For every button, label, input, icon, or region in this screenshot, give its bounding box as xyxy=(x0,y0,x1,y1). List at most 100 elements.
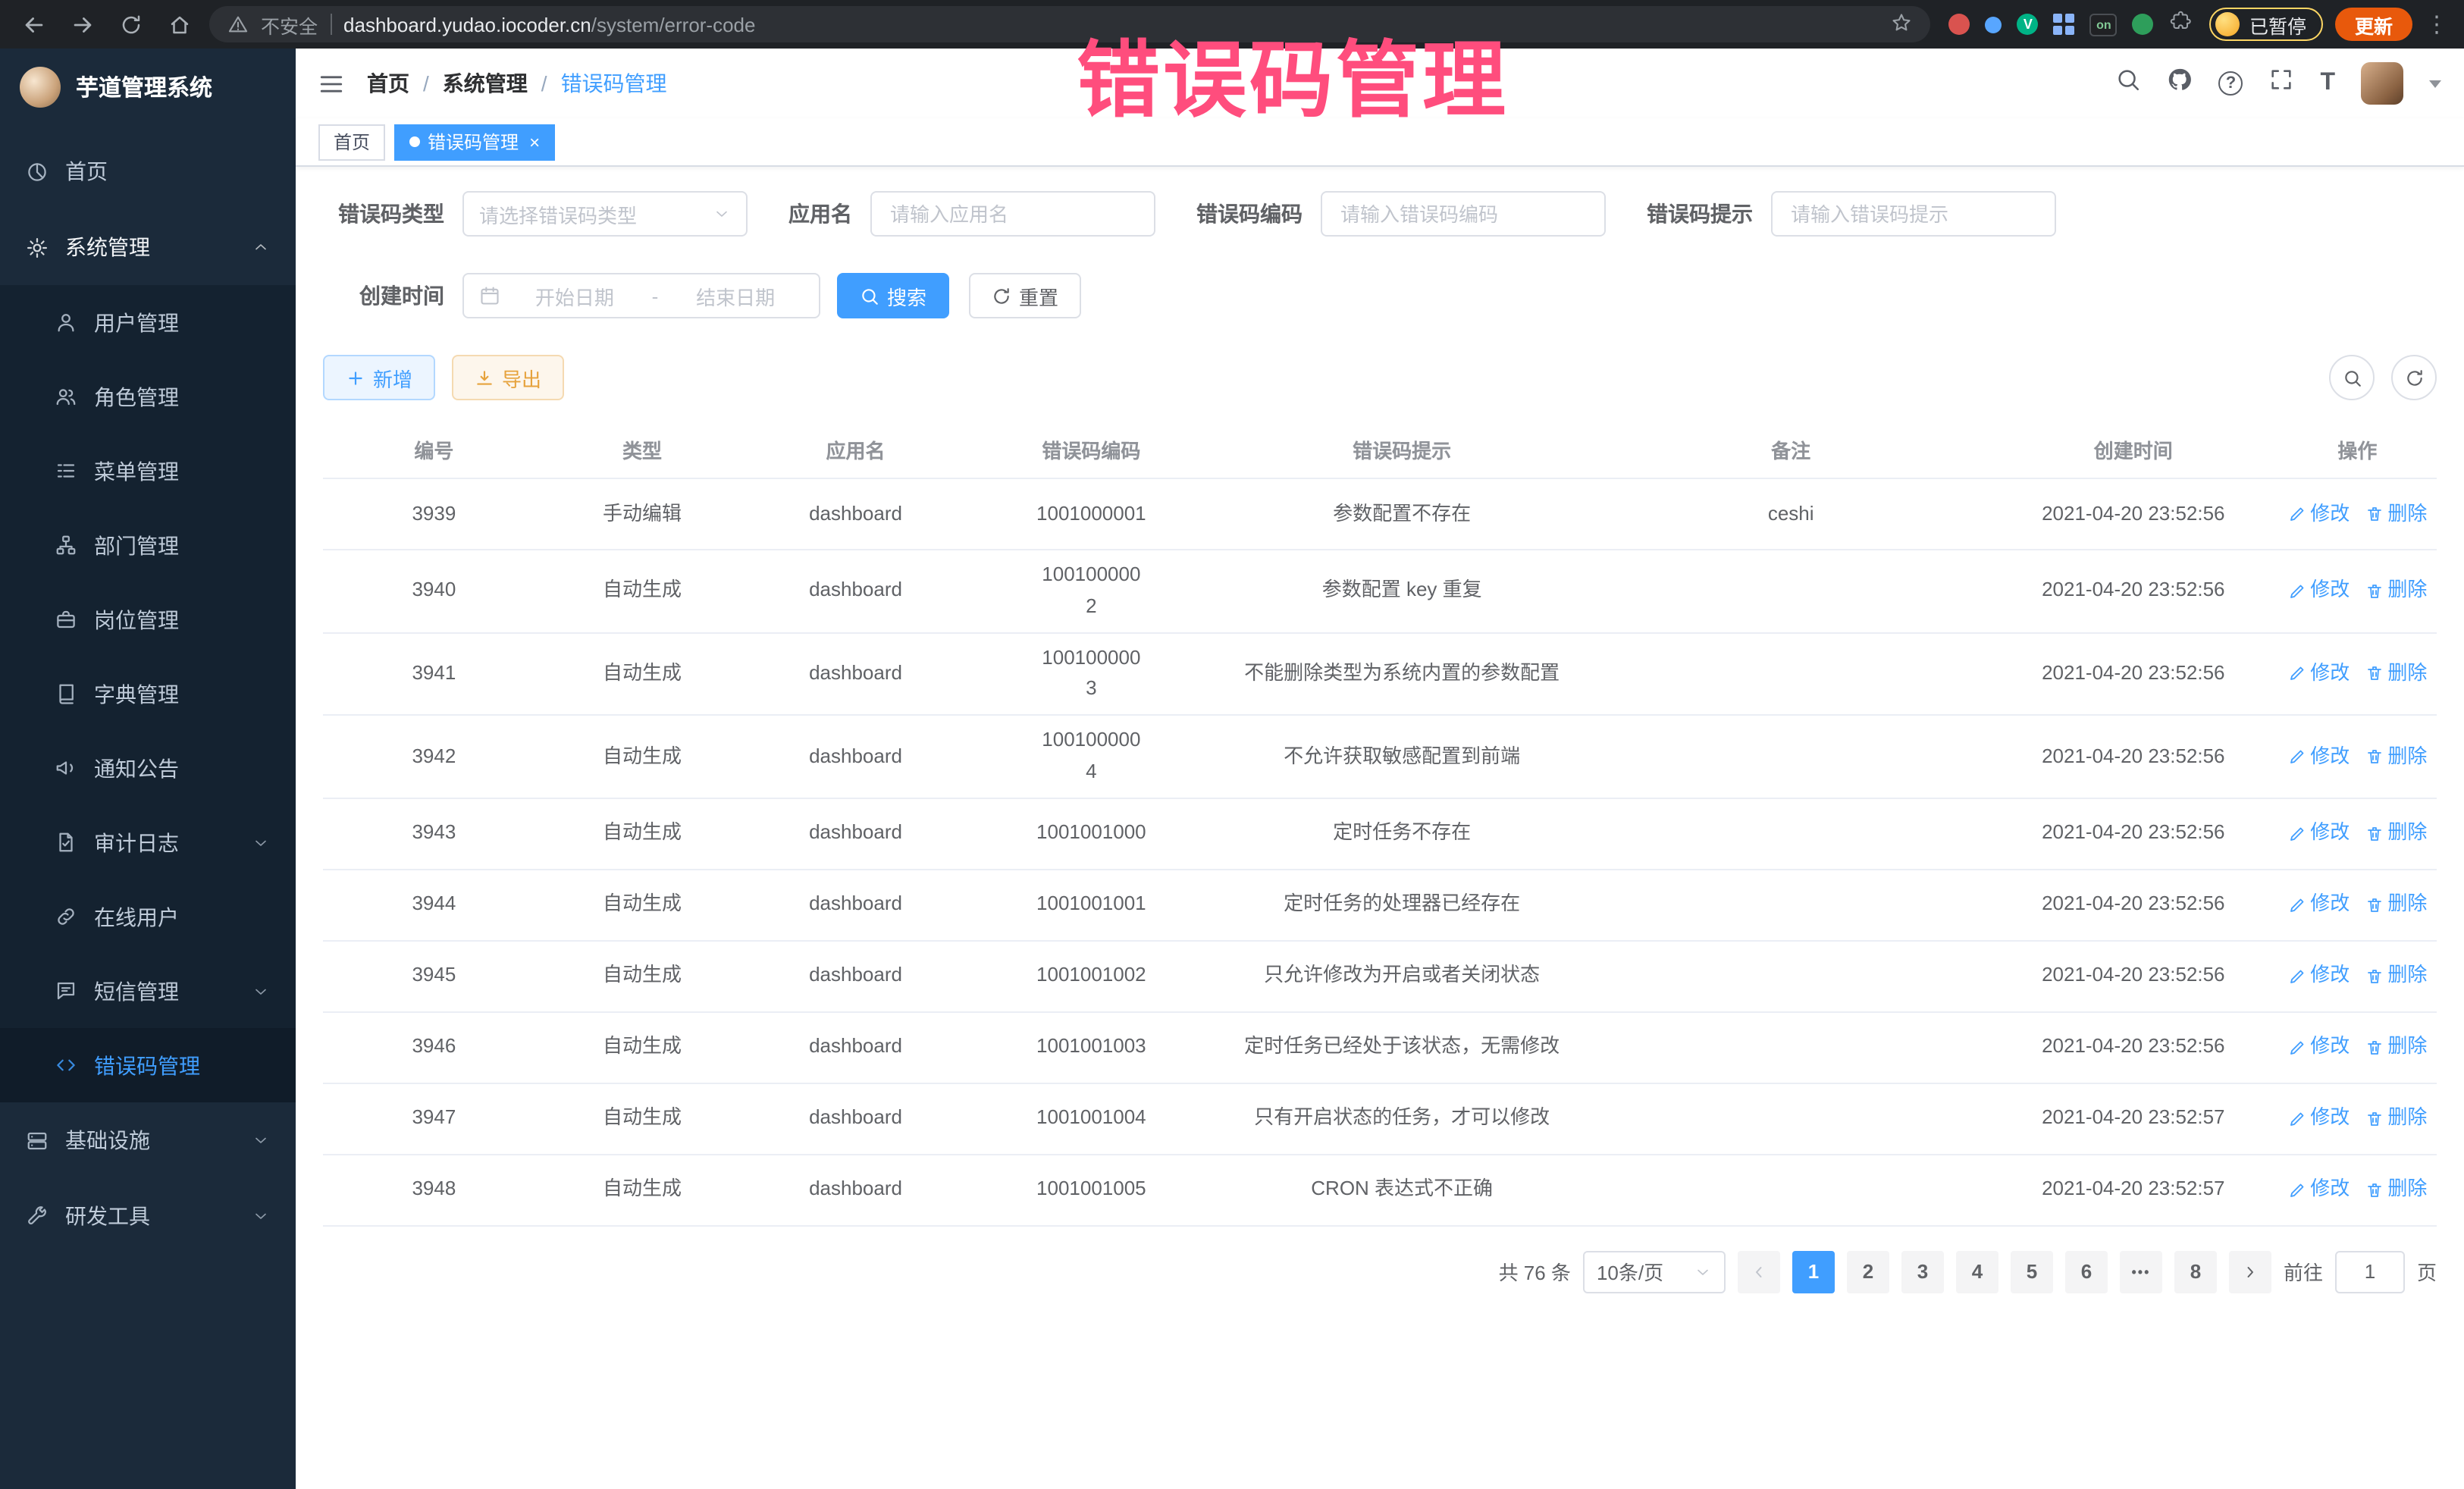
sidebar-item-roles[interactable]: 角色管理 xyxy=(0,359,296,434)
sidebar-item-infrastructure[interactable]: 基础设施 xyxy=(0,1102,296,1178)
extension-icon-leaf[interactable] xyxy=(2133,14,2154,35)
edit-link[interactable]: 修改 xyxy=(2287,1103,2350,1135)
breadcrumb-system[interactable]: 系统管理 xyxy=(443,68,528,99)
caret-down-icon[interactable] xyxy=(2429,80,2441,87)
toggle-search-button[interactable] xyxy=(2329,355,2375,400)
extension-icon-blue[interactable] xyxy=(1986,16,2002,33)
extension-icon-vue[interactable]: V xyxy=(2017,14,2039,35)
column-header: 创建时间 xyxy=(1989,422,2278,479)
page-button-1[interactable]: 1 xyxy=(1792,1251,1835,1293)
edit-link[interactable]: 修改 xyxy=(2287,818,2350,850)
sidebar-item-dev-tools[interactable]: 研发工具 xyxy=(0,1178,296,1254)
sidebar-item-system[interactable]: 系统管理 xyxy=(0,209,296,285)
next-page-button[interactable] xyxy=(2229,1251,2271,1293)
sidebar-item-home[interactable]: 首页 xyxy=(0,133,296,209)
export-button[interactable]: 导出 xyxy=(452,355,564,400)
error-msg-input[interactable] xyxy=(1771,191,2056,237)
announcement-icon xyxy=(55,757,77,779)
sidebar-item-dictionary[interactable]: 字典管理 xyxy=(0,657,296,731)
page-size-select[interactable]: 10条/页 xyxy=(1583,1251,1726,1293)
edit-link[interactable]: 修改 xyxy=(2287,741,2350,773)
delete-link[interactable]: 删除 xyxy=(2365,658,2427,690)
delete-link[interactable]: 删除 xyxy=(2365,1174,2427,1206)
filter-label-msg: 错误码提示 xyxy=(1647,199,1753,229)
forward-icon[interactable] xyxy=(64,6,100,42)
edit-link[interactable]: 修改 xyxy=(2287,961,2350,992)
bookmark-star-icon[interactable] xyxy=(1892,11,1913,37)
menu-list-icon xyxy=(55,459,77,482)
close-icon[interactable]: × xyxy=(529,133,540,151)
cell-type: 自动生成 xyxy=(545,870,739,942)
sidebar-item-menus[interactable]: 菜单管理 xyxy=(0,434,296,508)
sidebar-item-online-users[interactable]: 在线用户 xyxy=(0,879,296,954)
cell-remark xyxy=(1594,1013,1989,1084)
search-button[interactable]: 搜索 xyxy=(837,273,949,318)
page-button-6[interactable]: 6 xyxy=(2065,1251,2108,1293)
tab-error-code[interactable]: 错误码管理 × xyxy=(394,124,555,160)
help-icon[interactable] xyxy=(2218,71,2243,96)
back-icon[interactable] xyxy=(15,6,52,42)
delete-link[interactable]: 删除 xyxy=(2365,741,2427,773)
chrome-update-button[interactable]: 更新 xyxy=(2335,8,2412,41)
reset-button[interactable]: 重置 xyxy=(969,273,1081,318)
cell-msg: 只允许修改为开启或者关闭状态 xyxy=(1211,942,1594,1013)
edit-link[interactable]: 修改 xyxy=(2287,1032,2350,1064)
address-bar[interactable]: 不安全 dashboard.yudao.iocoder.cn/system/er… xyxy=(209,6,1931,42)
delete-link[interactable]: 删除 xyxy=(2365,498,2427,530)
font-size-icon[interactable] xyxy=(2320,70,2335,97)
error-code-input[interactable] xyxy=(1321,191,1606,237)
error-type-select[interactable]: 请选择错误码类型 xyxy=(462,191,748,237)
plus-icon xyxy=(346,368,365,387)
breadcrumb-separator: / xyxy=(541,71,547,96)
user-avatar[interactable] xyxy=(2361,62,2403,105)
chrome-menu-icon[interactable]: ⋮ xyxy=(2425,11,2449,38)
delete-link[interactable]: 删除 xyxy=(2365,889,2427,921)
column-header: 应用名 xyxy=(739,422,972,479)
sidebar-item-sms[interactable]: 短信管理 xyxy=(0,954,296,1028)
edit-link[interactable]: 修改 xyxy=(2287,1174,2350,1206)
page-button-8[interactable]: 8 xyxy=(2174,1251,2217,1293)
sidebar-item-notices[interactable]: 通知公告 xyxy=(0,731,296,805)
delete-link[interactable]: 删除 xyxy=(2365,575,2427,607)
create-time-range-picker[interactable]: 开始日期 - 结束日期 xyxy=(462,273,820,318)
edit-link[interactable]: 修改 xyxy=(2287,575,2350,607)
extension-icon-on-badge[interactable]: on xyxy=(2090,13,2118,36)
edit-link[interactable]: 修改 xyxy=(2287,498,2350,530)
github-icon[interactable] xyxy=(2167,67,2193,100)
tab-home[interactable]: 首页 xyxy=(318,124,385,160)
page-button-5[interactable]: 5 xyxy=(2011,1251,2053,1293)
extensions-puzzle-icon[interactable] xyxy=(2169,9,2192,39)
page-button-3[interactable]: 3 xyxy=(1901,1251,1944,1293)
delete-link[interactable]: 删除 xyxy=(2365,1032,2427,1064)
add-button[interactable]: 新增 xyxy=(323,355,435,400)
delete-link[interactable]: 删除 xyxy=(2365,1103,2427,1135)
goto-page-input[interactable] xyxy=(2335,1251,2405,1293)
page-button-2[interactable]: 2 xyxy=(1847,1251,1889,1293)
home-icon[interactable] xyxy=(161,6,197,42)
sidebar-item-audit-log[interactable]: 审计日志 xyxy=(0,805,296,879)
page-button-4[interactable]: 4 xyxy=(1956,1251,1998,1293)
delete-link[interactable]: 删除 xyxy=(2365,818,2427,850)
sidebar-item-positions[interactable]: 岗位管理 xyxy=(0,582,296,657)
edit-link[interactable]: 修改 xyxy=(2287,889,2350,921)
refresh-table-button[interactable] xyxy=(2391,355,2437,400)
prev-page-button[interactable] xyxy=(1738,1251,1780,1293)
cell-time: 2021-04-20 23:52:56 xyxy=(1989,942,2278,1013)
extension-icon-red[interactable] xyxy=(1949,14,1970,35)
sidebar-item-error-code[interactable]: 错误码管理 xyxy=(0,1028,296,1102)
breadcrumb-home[interactable]: 首页 xyxy=(367,68,409,99)
sidebar-item-users[interactable]: 用户管理 xyxy=(0,285,296,359)
sidebar-item-departments[interactable]: 部门管理 xyxy=(0,508,296,582)
cell-id: 3940 xyxy=(323,550,545,633)
delete-link[interactable]: 删除 xyxy=(2365,961,2427,992)
edit-link[interactable]: 修改 xyxy=(2287,658,2350,690)
profile-paused-badge[interactable]: 已暂停 xyxy=(2210,8,2323,41)
fullscreen-icon[interactable] xyxy=(2268,67,2294,100)
search-icon[interactable] xyxy=(2115,67,2141,100)
more-pages-button[interactable]: ••• xyxy=(2120,1251,2162,1293)
column-header: 编号 xyxy=(323,422,545,479)
app-name-input[interactable] xyxy=(870,191,1155,237)
sidebar-toggle-icon[interactable] xyxy=(318,71,344,96)
extension-icon-grid[interactable] xyxy=(2054,14,2075,35)
reload-icon[interactable] xyxy=(112,6,149,42)
